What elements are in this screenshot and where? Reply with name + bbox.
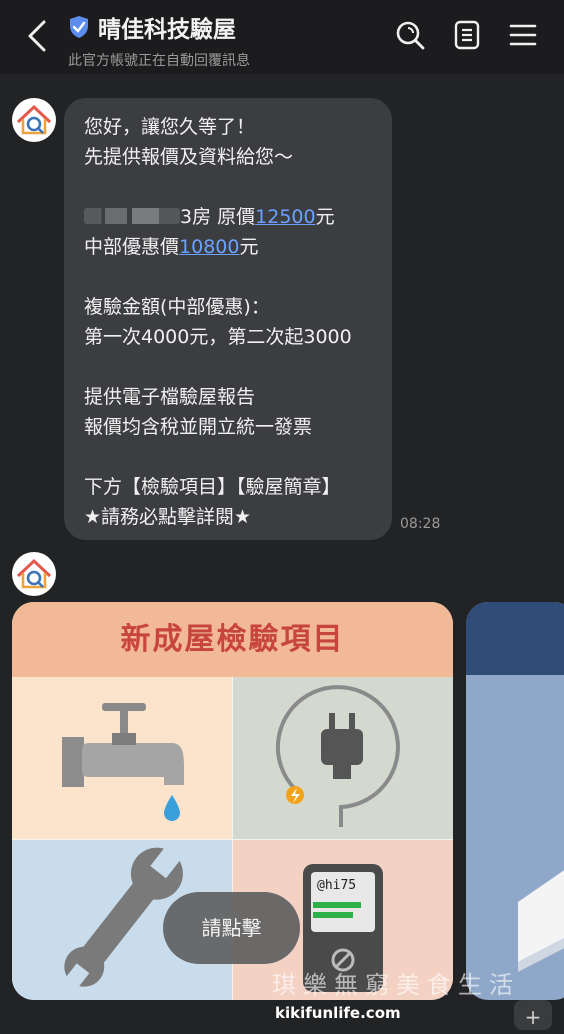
special-price-line: 中部優惠價10800元	[84, 236, 259, 258]
faucet-icon	[62, 703, 184, 821]
house-logo-icon	[16, 558, 52, 589]
next-card-header	[466, 602, 564, 675]
plumbing-tile	[12, 677, 232, 839]
report-line: 提供電子檔驗屋報告	[84, 386, 256, 408]
message-time: 08:28	[400, 516, 441, 532]
add-button[interactable]: +	[514, 1000, 552, 1030]
redacted-text	[84, 208, 180, 224]
reinspect-title: 複驗金額(中部優惠)：	[84, 296, 270, 318]
price-line: 3房 原價12500元	[84, 202, 372, 232]
watermark-site: kikifunlife.com	[275, 1004, 401, 1022]
watermark-text: 琪樂無窮美食生活	[272, 971, 520, 999]
notes-icon[interactable]	[452, 20, 482, 50]
search-icon[interactable]	[395, 20, 425, 50]
original-price-link[interactable]: 12500	[255, 206, 315, 228]
menu-icon[interactable]	[508, 20, 538, 50]
tax-line: 報價均含稅並開立統一發票	[84, 416, 313, 438]
electrical-tile	[233, 677, 453, 839]
account-avatar[interactable]	[12, 98, 56, 142]
reinspect-detail: 第一次4000元，第二次起3000	[84, 326, 352, 348]
must-click-line: ★請務必點擊詳閱★	[84, 506, 252, 528]
message-line: 您好，讓您久等了！	[84, 116, 256, 138]
plug-icon	[275, 685, 400, 827]
house-logo-icon	[16, 104, 52, 135]
next-card-peek[interactable]	[466, 602, 564, 1000]
special-price-link[interactable]: 10800	[179, 236, 239, 258]
message-line: 先提供報價及資料給您～	[84, 146, 294, 168]
verified-shield-icon	[70, 16, 88, 38]
chat-title: 晴佳科技驗屋	[98, 17, 236, 43]
auto-reply-notice: 此官方帳號正在自動回覆訊息	[68, 53, 250, 69]
below-line: 下方【檢驗項目】【驗屋簡章】	[84, 476, 341, 498]
card-title: 新成屋檢驗項目	[12, 602, 453, 677]
tap-here-button[interactable]: 請點擊	[163, 892, 300, 964]
account-avatar[interactable]	[12, 552, 56, 596]
chat-title-block: 晴佳科技驗屋 此官方帳號正在自動回覆訊息	[68, 10, 250, 70]
chat-header: 晴佳科技驗屋 此官方帳號正在自動回覆訊息	[0, 0, 564, 74]
meter-readout: @hi75	[317, 878, 357, 893]
message-bubble: 您好，讓您久等了！ 先提供報價及資料給您～ 3房 原價12500元 中部優惠價1…	[64, 98, 392, 540]
back-icon[interactable]	[22, 18, 54, 54]
